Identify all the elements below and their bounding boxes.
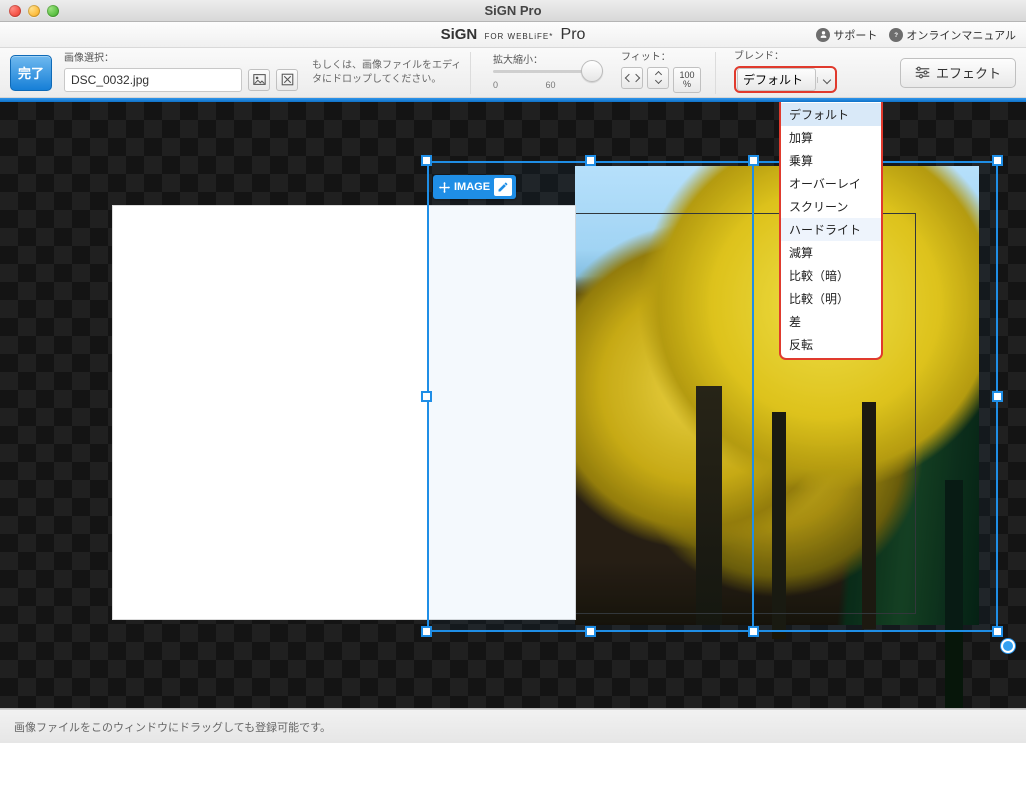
svg-text:?: ? xyxy=(894,32,898,39)
image-badge-label: IMAGE xyxy=(454,181,490,193)
footer: 画像ファイルをこのウィンドウにドラッグしても登録可能です。 xyxy=(0,709,1026,743)
support-link[interactable]: サポート xyxy=(816,27,877,43)
manual-link[interactable]: ? オンラインマニュアル xyxy=(889,27,1016,43)
blend-option[interactable]: 反転 xyxy=(781,333,881,356)
blend-option[interactable]: デフォルト xyxy=(781,103,881,126)
resize-handle-ne[interactable] xyxy=(992,155,1003,166)
clear-image-icon xyxy=(281,73,294,86)
logo-brand: SiGN xyxy=(441,26,478,43)
zoom-slider[interactable]: 0 60 xyxy=(493,70,603,90)
image-icon xyxy=(253,73,266,86)
arrow-down-icon xyxy=(654,77,661,84)
fit-horizontal-button[interactable] xyxy=(621,67,643,89)
resize-handle-e[interactable] xyxy=(992,391,1003,402)
resize-handle-se-inner[interactable] xyxy=(748,626,759,637)
move-icon xyxy=(439,182,450,193)
fit-vertical-button[interactable] xyxy=(647,67,669,89)
effect-button-label: エフェクト xyxy=(936,63,1001,82)
footer-text: 画像ファイルをこのウィンドウにドラッグしても登録可能です。 xyxy=(14,719,331,735)
image-select-group: 画像選択： DSC_0032.jpg xyxy=(64,48,298,97)
blend-label: ブレンド： xyxy=(734,52,837,62)
blend-option[interactable]: 加算 xyxy=(781,126,881,149)
minimize-window-button[interactable] xyxy=(28,5,40,17)
resize-handle-ne-inner[interactable] xyxy=(748,155,759,166)
user-icon xyxy=(816,28,830,42)
canvas-area[interactable]: IMAGE デフォルト加算乗算オーバーレイスクリーンハードライト減算比較（暗）比… xyxy=(0,102,1026,708)
fit-100pct-button[interactable]: 100 % xyxy=(673,67,701,93)
blend-option[interactable]: ハードライト xyxy=(781,218,881,241)
rotate-handle[interactable] xyxy=(1001,639,1015,653)
resize-handle-sw[interactable] xyxy=(421,626,432,637)
mac-titlebar: SiGN Pro xyxy=(0,0,1026,22)
app-header: SiGN FOR WEBLiFE* Pro サポート ? オンラインマニュアル xyxy=(0,22,1026,48)
zoom-min: 0 xyxy=(493,80,498,90)
zoom-slider-knob[interactable] xyxy=(581,60,603,82)
close-window-button[interactable] xyxy=(9,5,21,17)
chevron-down-icon xyxy=(817,77,835,83)
toolbar: 完了 画像選択： DSC_0032.jpg もしくは、画像ファイルをエディタにド… xyxy=(0,48,1026,98)
maximize-window-button[interactable] xyxy=(47,5,59,17)
selection-box-inner[interactable] xyxy=(427,161,754,632)
zoom-group: 拡大縮小： 0 60 xyxy=(493,48,603,97)
done-button[interactable]: 完了 xyxy=(10,55,52,91)
resize-handle-w[interactable] xyxy=(421,391,432,402)
effect-button[interactable]: エフェクト xyxy=(900,58,1016,88)
blend-option[interactable]: オーバーレイ xyxy=(781,172,881,195)
blend-option[interactable]: 差 xyxy=(781,310,881,333)
blend-group: ブレンド： デフォルト xyxy=(734,48,837,97)
pct-symbol: % xyxy=(683,80,691,89)
zoom-mid: 60 xyxy=(546,80,556,90)
window-title: SiGN Pro xyxy=(0,3,1026,18)
blend-dropdown-menu[interactable]: デフォルト加算乗算オーバーレイスクリーンハードライト減算比較（暗）比較（明）差反… xyxy=(779,102,883,360)
image-badge[interactable]: IMAGE xyxy=(433,175,516,199)
toolbar-separator-2 xyxy=(715,52,716,94)
image-select-label: 画像選択： xyxy=(64,54,298,64)
resize-handle-nw[interactable] xyxy=(421,155,432,166)
manual-link-label: オンラインマニュアル xyxy=(906,27,1016,43)
blend-option[interactable]: 比較（暗） xyxy=(781,264,881,287)
blend-option[interactable]: スクリーン xyxy=(781,195,881,218)
logo-edition: Pro xyxy=(561,26,586,43)
resize-handle-s[interactable] xyxy=(585,626,596,637)
fit-group: フィット： 100 % xyxy=(621,48,701,97)
window-controls xyxy=(9,5,59,17)
clear-image-button[interactable] xyxy=(276,69,298,91)
pencil-icon xyxy=(497,181,509,193)
blend-select-value: デフォルト xyxy=(737,68,816,91)
sliders-icon xyxy=(915,66,930,79)
blend-option[interactable]: 比較（明） xyxy=(781,287,881,310)
edit-image-button[interactable] xyxy=(494,178,512,196)
image-file-input[interactable]: DSC_0032.jpg xyxy=(64,68,242,92)
support-link-label: サポート xyxy=(833,27,877,43)
logo-subtitle: FOR WEBLiFE* xyxy=(484,32,553,41)
drop-hint: もしくは、画像ファイルをエディタにドロップしてください。 xyxy=(312,59,462,87)
resize-handle-se[interactable] xyxy=(992,626,1003,637)
resize-handle-n[interactable] xyxy=(585,155,596,166)
fit-label: フィット： xyxy=(621,53,701,63)
help-icon: ? xyxy=(889,28,903,42)
toolbar-separator xyxy=(470,52,471,94)
blend-option[interactable]: 減算 xyxy=(781,241,881,264)
blend-option[interactable]: 乗算 xyxy=(781,149,881,172)
arrow-right-icon xyxy=(631,73,639,81)
blend-select[interactable]: デフォルト xyxy=(734,66,837,93)
browse-image-button[interactable] xyxy=(248,69,270,91)
